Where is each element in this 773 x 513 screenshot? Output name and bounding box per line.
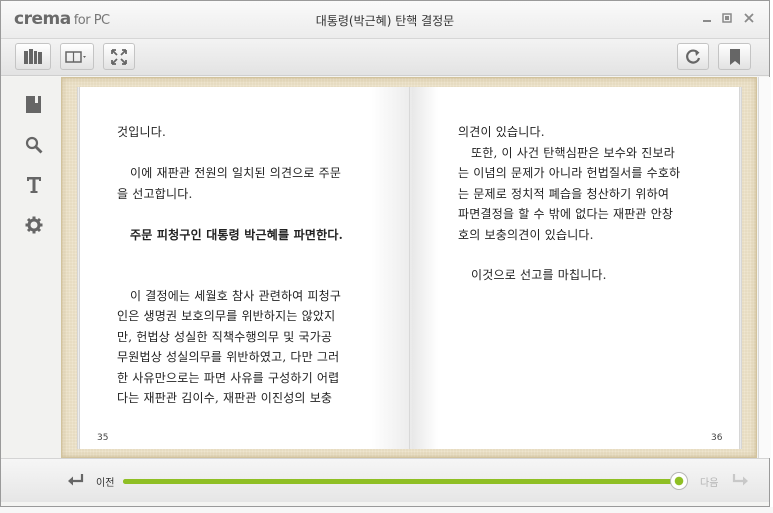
page-text-line: 것입니다. [117,125,166,139]
layout-toggle-icon [65,50,89,64]
page-number: 35 [97,433,109,443]
page-text-line: 는 문제로 정치적 폐습을 청산하기 위하여 [458,187,670,201]
window-title: 대통령(박근혜) 탄핵 결정문 [315,14,455,28]
page-text-line: 파면결정을 할 수 밖에 없다는 재판관 안창 [458,207,674,221]
close-icon[interactable] [743,13,755,25]
back-arrow-icon[interactable] [67,471,85,489]
fullscreen-icon [111,48,127,65]
window-edge [758,77,771,458]
page-number: 36 [711,433,723,443]
next-button[interactable]: 다음 [700,474,718,489]
page-text-line: 을 선고합니다. [117,187,193,201]
prev-button[interactable]: 이전 [96,474,114,489]
bookmark-list-icon[interactable] [23,94,45,116]
page-text-line: 만, 헌법상 성실한 직책수행의무 및 국가공 [117,330,333,344]
progress-fill [123,479,676,484]
page-text-line: 한 사유만으로는 파면 사유를 구성하기 어렵 [117,371,340,385]
bookmark-button[interactable] [718,43,751,70]
view-mode-button[interactable] [60,43,94,70]
progress-track[interactable] [123,479,681,484]
text-settings-icon[interactable] [23,174,45,196]
page-text-line: 호의 보충의견이 있습니다. [458,228,594,242]
sidebar [1,77,61,459]
progress-slider-handle[interactable] [670,472,688,490]
sync-icon [684,48,702,66]
page-text-line: 는 이념의 문제가 아니라 헌법질서를 수호하 [458,166,681,180]
page-text-line: 무원법상 성실의무를 위반하였고, 다만 그러 [117,350,340,364]
page-text-line: 의견이 있습니다. [458,125,545,139]
page-text-line: 또한, 이 사건 탄핵심판은 보수와 진보라 [471,146,675,160]
background-strip [0,507,773,513]
library-button[interactable] [15,43,51,70]
fullscreen-button[interactable] [103,43,135,70]
navigation-bar: 이전 다음 [1,458,769,502]
settings-icon[interactable] [23,214,45,236]
page-text-line: 주문 피청구인 대통령 박근혜를 파면한다. [130,228,343,242]
forward-arrow-icon[interactable] [731,471,749,489]
maximize-icon[interactable] [721,13,733,25]
library-icon [23,48,43,65]
title-bar: crema for PC 대통령(박근혜) 탄핵 결정문 [1,1,769,39]
page-text-line: 다는 재판관 김이수, 재판관 이진성의 보충 [117,391,333,405]
app-window: crema for PC 대통령(박근혜) 탄핵 결정문 것입니다. 이에 재판… [0,0,771,507]
minimize-icon[interactable] [701,13,713,25]
page-text-line: 이 결정에는 세월호 참사 관련하여 피청구 [130,289,342,303]
page-text-line: 이에 재판관 전원의 일치된 의견으로 주문 [130,166,342,180]
sync-button[interactable] [677,43,709,70]
page-text-line: 인은 생명권 보호의무를 위반하지는 않았지 [117,309,336,323]
toolbar [1,39,769,76]
bookmark-icon [729,48,741,65]
page-text-line: 이것으로 선고를 마칩니다. [471,268,607,282]
search-icon[interactable] [23,134,45,156]
